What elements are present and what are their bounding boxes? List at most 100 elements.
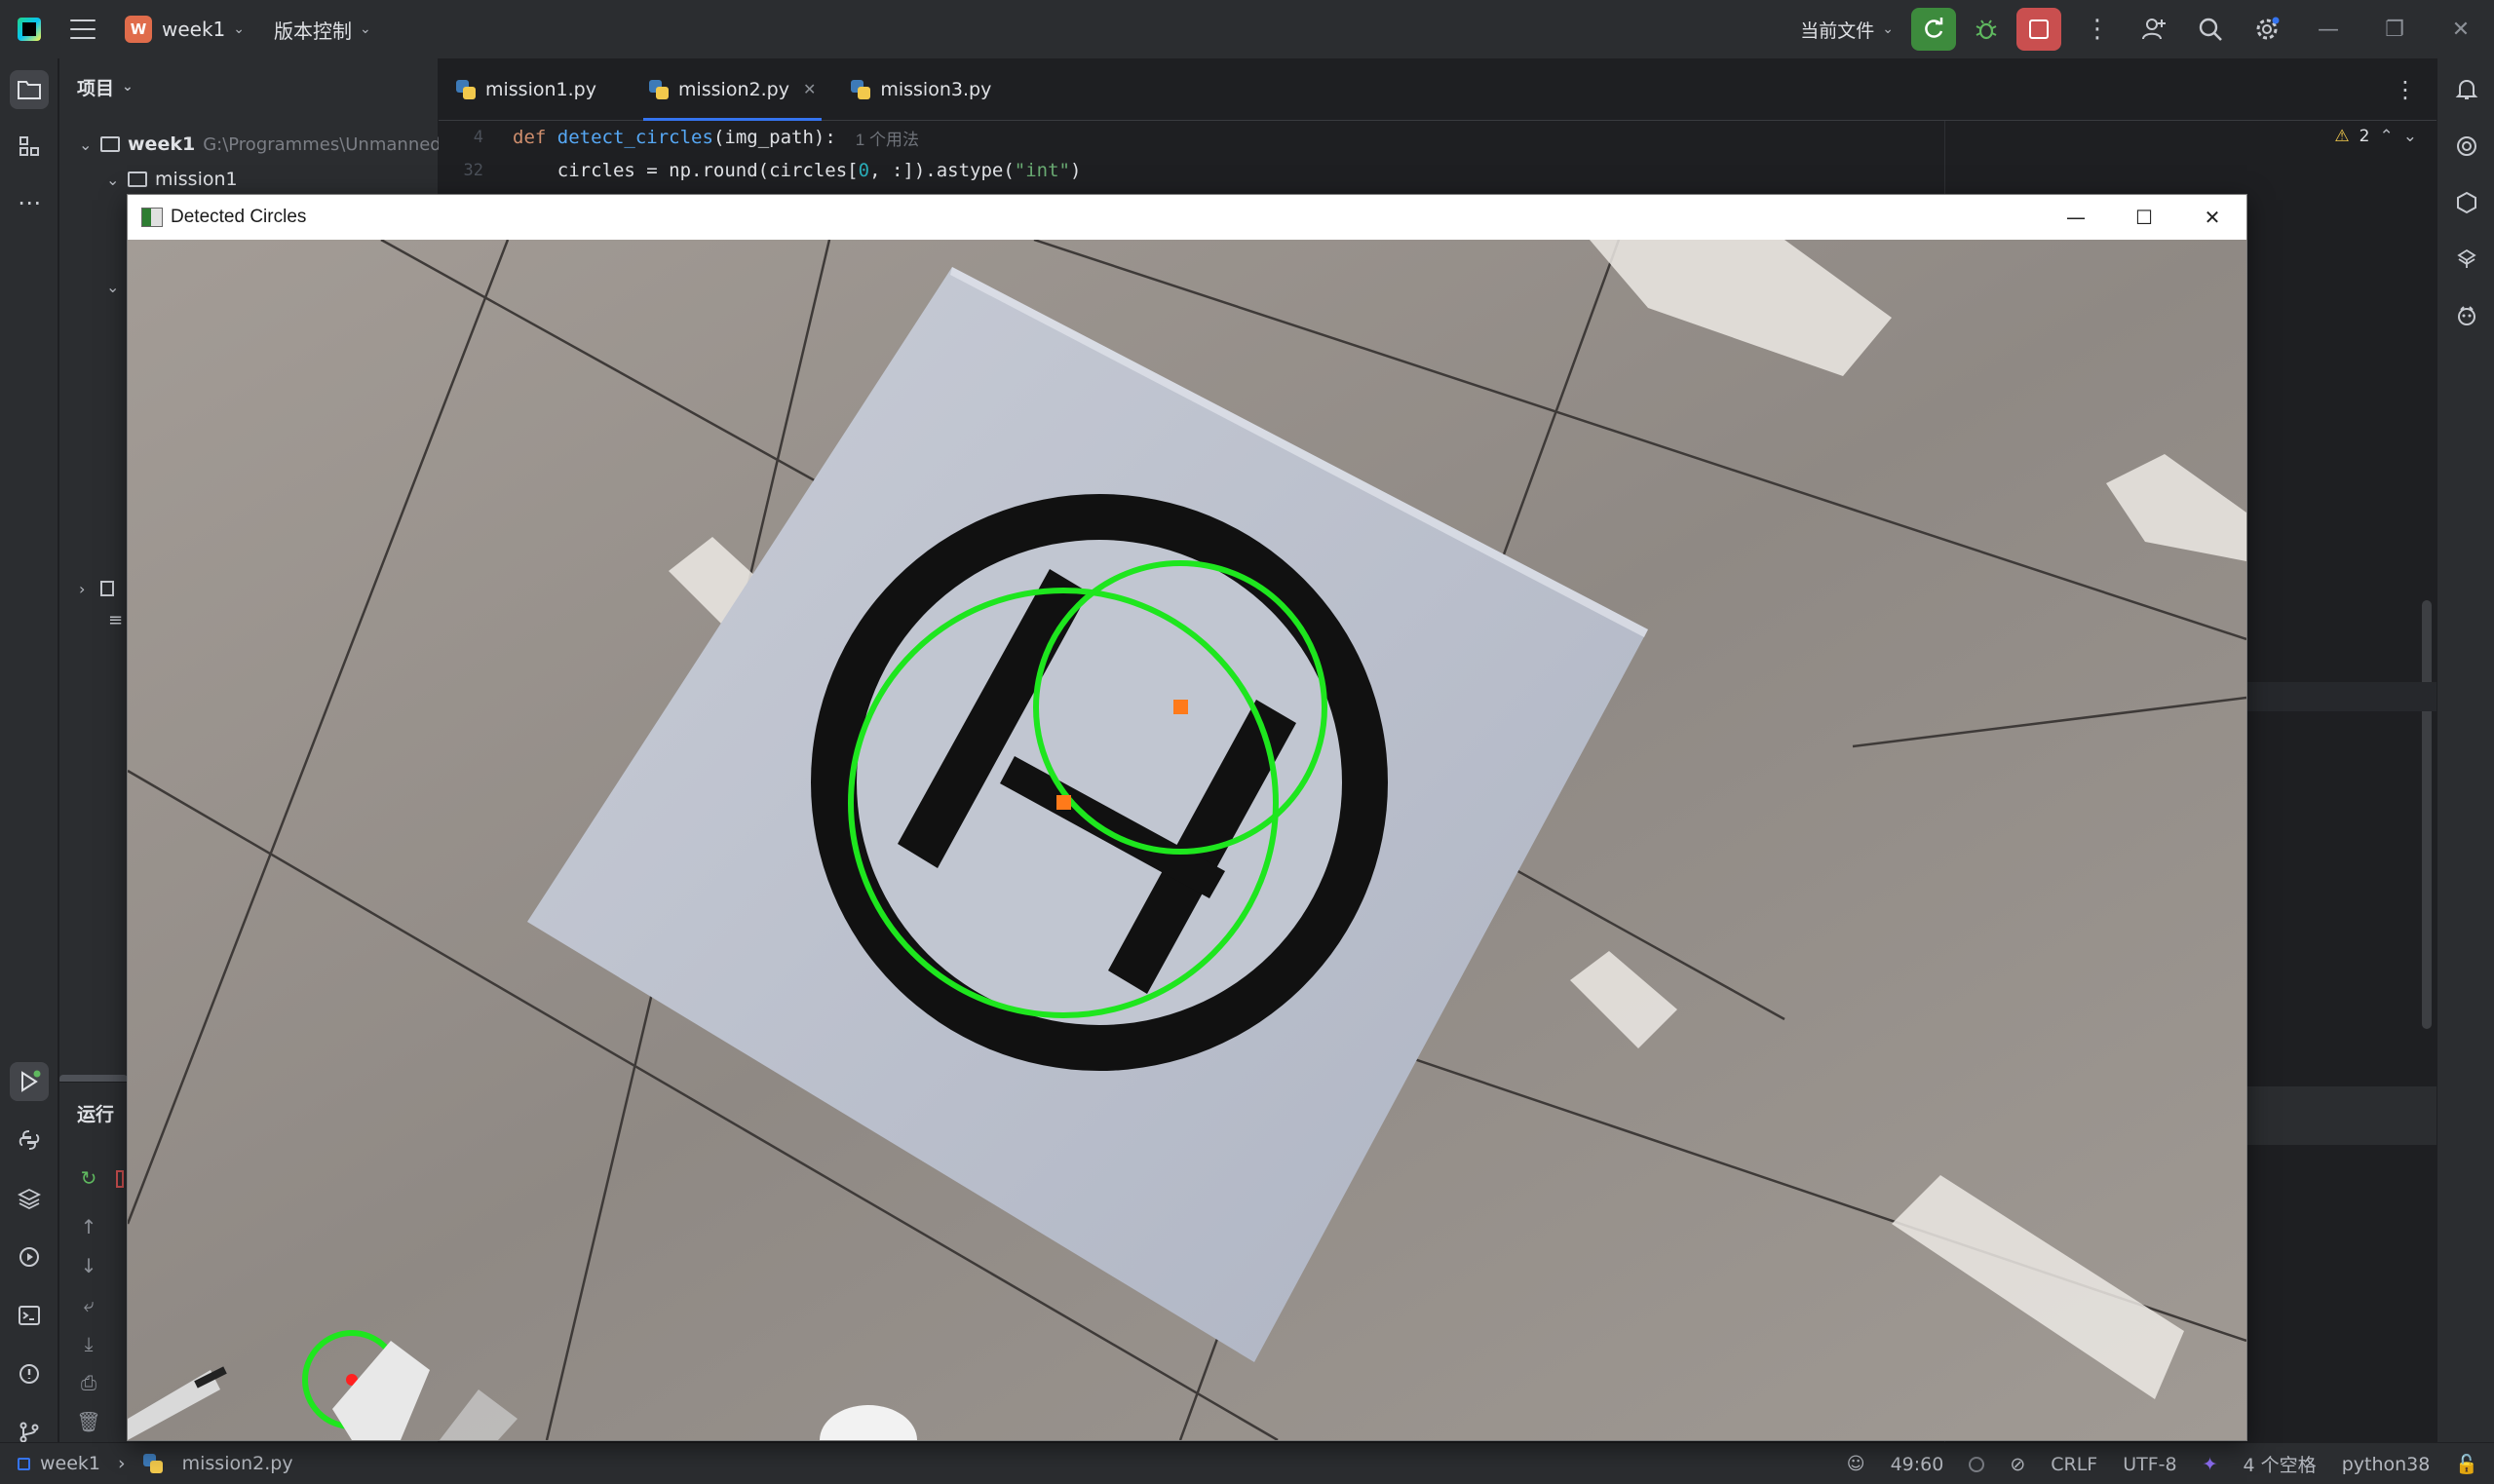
tab-options-icon[interactable]: ⋮ — [2394, 76, 2417, 103]
chevron-up-icon[interactable]: ⌃ — [2380, 127, 2394, 146]
notifications-bell-icon[interactable] — [2447, 70, 2486, 109]
sync-icon[interactable] — [1969, 1456, 1985, 1472]
stop-icon[interactable] — [116, 1170, 124, 1188]
cv-minimize-button[interactable]: — — [2042, 195, 2110, 240]
project-panel-header[interactable]: 项目 ⌄ — [59, 58, 438, 115]
run-config-selector[interactable]: 当前文件 ⌄ — [1800, 17, 1894, 43]
lock-icon[interactable]: 🔓 — [2455, 1453, 2478, 1475]
chevron-down-icon[interactable]: ⌄ — [2403, 127, 2417, 146]
project-selector[interactable]: week1 ⌄ — [162, 18, 245, 41]
soft-wrap-icon[interactable]: ⤶ — [75, 1291, 102, 1318]
more-tools-icon[interactable]: ⋯ — [10, 183, 49, 222]
tab-mission3[interactable]: mission3.py — [833, 58, 1009, 121]
line-number: 32 — [463, 161, 483, 180]
plugin-face-icon[interactable] — [2447, 296, 2486, 335]
chevron-down-icon: ⌄ — [360, 21, 371, 37]
cv-maximize-button[interactable]: ☐ — [2110, 195, 2178, 240]
structure-icon[interactable] — [10, 127, 49, 166]
tree-collapsed-row[interactable]: ⌄ — [106, 269, 128, 304]
breadcrumb-project[interactable]: week1 — [40, 1453, 100, 1474]
tree-scratches-row[interactable]: ≡ — [108, 602, 123, 637]
cv-window-titlebar[interactable]: Detected Circles — ☐ ✕ — [128, 195, 2246, 240]
file-encoding[interactable]: UTF-8 — [2123, 1454, 2176, 1475]
cv-close-button[interactable]: ✕ — [2178, 195, 2246, 240]
bug-icon — [1976, 19, 1997, 40]
cv-window-title: Detected Circles — [171, 207, 307, 227]
window-restore-button[interactable]: ❐ — [2361, 0, 2428, 58]
tree-folder-row[interactable]: ⌄ mission1 — [106, 162, 238, 197]
hide-eye-icon[interactable]: ⊘ — [2010, 1454, 2025, 1475]
indent-setting[interactable]: 4 个空格 — [2244, 1451, 2317, 1477]
rerun-icon[interactable]: ↻ — [75, 1164, 102, 1192]
chevron-down-icon: ⌄ — [106, 170, 120, 189]
plugin-hex-icon[interactable] — [2447, 183, 2486, 222]
project-name: week1 — [162, 18, 226, 41]
window-close-button[interactable]: ✕ — [2428, 0, 2494, 58]
breadcrumb: week1 › mission2.py — [0, 1453, 293, 1474]
python-file-icon — [142, 1454, 163, 1473]
pycharm-logo-icon — [18, 18, 41, 41]
arrow-down-icon[interactable]: ↓ — [75, 1252, 102, 1279]
code-text: , :]).astype( — [869, 160, 1015, 181]
scroll-to-end-icon[interactable]: ⤓ — [75, 1330, 102, 1357]
arrow-up-icon[interactable]: ↑ — [75, 1213, 102, 1240]
settings-gear-icon[interactable] — [2239, 8, 2295, 51]
detected-circles-window[interactable]: Detected Circles — ☐ ✕ — [127, 194, 2247, 1441]
services-icon[interactable] — [10, 1237, 49, 1276]
close-icon[interactable]: ✕ — [803, 80, 816, 98]
plugin-face-icon[interactable]: ☺ — [1847, 1454, 1865, 1474]
cv-app-icon — [141, 208, 163, 227]
ai-star-icon[interactable]: ✦ — [2203, 1454, 2218, 1475]
search-icon[interactable] — [2182, 8, 2239, 51]
caret-position[interactable]: 49:60 — [1891, 1454, 1944, 1475]
interpreter[interactable]: python38 — [2342, 1454, 2431, 1475]
chevron-down-icon: ⌄ — [1882, 21, 1894, 37]
code-text: circles = np.round(circles[ — [513, 160, 859, 181]
python-console-icon[interactable] — [10, 1121, 49, 1160]
add-user-icon[interactable] — [2126, 8, 2182, 51]
project-badge[interactable]: W — [125, 16, 152, 43]
code-text: ) — [1069, 160, 1082, 181]
project-folder-icon[interactable] — [10, 70, 49, 109]
tree-root-path: G:\Programmes\Unmanned/ — [203, 133, 447, 155]
current-file-label: 当前文件 — [1800, 19, 1875, 42]
print-icon[interactable]: ⎙ — [75, 1369, 102, 1396]
tab-label: mission2.py — [677, 78, 789, 100]
debug-button[interactable] — [1964, 8, 2009, 51]
vertical-scrollbar[interactable] — [2422, 600, 2432, 1029]
code-number: 0 — [858, 160, 870, 181]
run-output-band — [2247, 1086, 2436, 1145]
layers-icon[interactable] — [10, 1179, 49, 1218]
problems-icon[interactable] — [10, 1354, 49, 1393]
breadcrumb-file[interactable]: mission2.py — [182, 1453, 293, 1474]
plugin-swirl-icon[interactable] — [2447, 240, 2486, 279]
usage-hint[interactable]: 1 个用法 — [856, 126, 919, 150]
tab-mission2[interactable]: mission2.py ✕ — [632, 58, 833, 121]
ai-assistant-icon[interactable] — [2447, 127, 2486, 166]
trash-icon[interactable]: 🗑 — [75, 1408, 102, 1435]
code-line[interactable]: 4 def detect_circles (img_path): 1 个用法 — [439, 121, 919, 154]
tab-label: mission3.py — [880, 78, 992, 100]
run-tool-icon[interactable] — [10, 1062, 49, 1101]
code-text: (img_path): — [712, 127, 836, 148]
tree-external-libs-row[interactable]: › — [79, 571, 114, 606]
left-tool-stripe: ⋯ — [0, 58, 58, 1443]
python-file-icon — [456, 79, 476, 99]
editor-tab-bar: mission1.py mission2.py ✕ mission3.py ⋮ — [439, 58, 2436, 121]
tab-mission1[interactable]: mission1.py — [439, 58, 614, 121]
python-file-icon — [851, 79, 871, 99]
stop-button[interactable] — [2016, 8, 2061, 51]
window-minimize-button[interactable]: — — [2295, 0, 2361, 58]
vcs-menu[interactable]: 版本控制 ⌄ — [274, 16, 371, 44]
editor-highlight-band — [2247, 682, 2436, 711]
stop-icon — [2029, 19, 2049, 39]
code-line[interactable]: 32 circles = np.round(circles[0, :]).ast… — [439, 154, 1082, 187]
main-menu-icon[interactable] — [70, 19, 96, 39]
inspection-widget[interactable]: ⚠ 2 ⌃ ⌄ — [2334, 127, 2417, 146]
rerun-button[interactable] — [1911, 8, 1956, 51]
tree-root-row[interactable]: ⌄ week1 G:\Programmes\Unmanned/ — [79, 127, 447, 162]
chevron-right-icon: › — [118, 1453, 126, 1474]
line-separator[interactable]: CRLF — [2051, 1454, 2097, 1475]
terminal-icon[interactable] — [10, 1296, 49, 1335]
more-actions-icon[interactable]: ⋮ — [2069, 8, 2126, 51]
